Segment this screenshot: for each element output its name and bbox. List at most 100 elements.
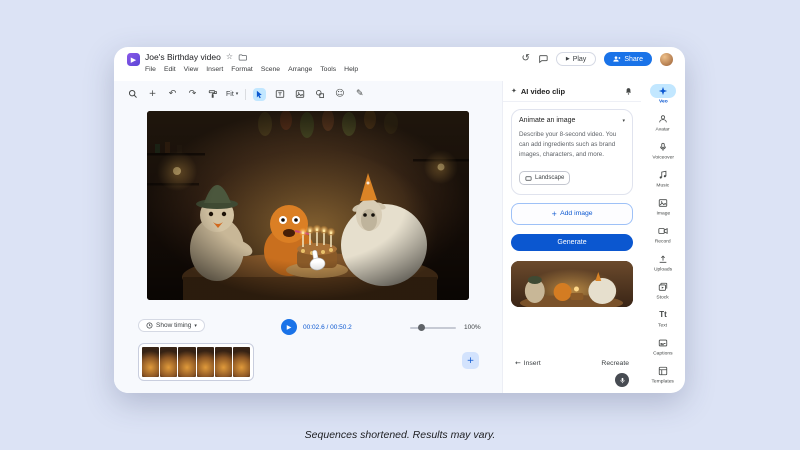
templates-icon: [650, 364, 676, 378]
add-image-button[interactable]: + Add image: [511, 203, 633, 225]
chevron-down-icon: ▾: [194, 323, 197, 329]
panel-title: AI video clip: [521, 87, 565, 96]
paint-format-icon[interactable]: [206, 88, 219, 101]
add-icon[interactable]: +: [146, 88, 159, 101]
menu-format[interactable]: Format: [231, 66, 253, 73]
show-timing-label: Show timing: [156, 322, 191, 329]
uploads-icon: [650, 252, 676, 266]
menu-scene[interactable]: Scene: [261, 66, 280, 73]
textbox-tool-icon[interactable]: [273, 88, 286, 101]
comments-icon[interactable]: [538, 54, 548, 64]
menu-help[interactable]: Help: [344, 66, 358, 73]
veo-sparkle-icon: [650, 84, 676, 98]
mic-button[interactable]: [615, 373, 629, 387]
sidebar-item-uploads[interactable]: Uploads: [641, 252, 685, 273]
sidebar-item-text[interactable]: Tt Text: [641, 308, 685, 329]
stock-media-icon: [650, 280, 676, 294]
page: ▶ Joe's Birthday video ☆ File Edit View …: [0, 0, 800, 450]
account-avatar[interactable]: [660, 53, 673, 66]
timeline-frame[interactable]: [233, 347, 250, 377]
shapes-tool-icon[interactable]: [313, 88, 326, 101]
record-icon: [650, 224, 676, 238]
clock-icon: [146, 322, 153, 329]
fit-zoom-dropdown[interactable]: Fit ▾: [226, 91, 238, 98]
generate-button[interactable]: Generate: [511, 234, 633, 251]
menu-edit[interactable]: Edit: [164, 66, 176, 73]
playback-bar: Show timing ▾ ▶ 00:02.6 / 00:50.2 100%: [138, 318, 488, 338]
time-display: 00:02.6 / 00:50.2: [303, 324, 352, 331]
sidebar-item-veo[interactable]: Veo: [641, 84, 685, 105]
menu-view[interactable]: View: [184, 66, 199, 73]
zoom-search-icon[interactable]: [126, 88, 139, 101]
fit-label: Fit: [226, 91, 234, 98]
voiceover-icon: [650, 140, 676, 154]
generate-label: Generate: [557, 239, 586, 246]
disclaimer-caption: Sequences shortened. Results may vary.: [0, 429, 800, 441]
sidebar-item-templates[interactable]: Templates: [641, 364, 685, 385]
menu-insert[interactable]: Insert: [206, 66, 223, 73]
select-tool-icon[interactable]: [253, 88, 266, 101]
plus-icon: +: [551, 210, 557, 218]
avatar-icon: [650, 112, 676, 126]
sidebar-item-record[interactable]: Record: [641, 224, 685, 245]
redo-icon[interactable]: ↷: [186, 88, 199, 101]
sidebar-item-avatar[interactable]: Avatar: [641, 112, 685, 133]
landscape-icon: [525, 175, 532, 182]
titlebar: ▶ Joe's Birthday video ☆ File Edit View …: [114, 47, 685, 81]
star-icon[interactable]: ☆: [226, 53, 233, 61]
timeline-frame[interactable]: [197, 347, 214, 377]
show-timing-dropdown[interactable]: Show timing ▾: [138, 319, 205, 332]
play-button[interactable]: ▶ Play: [556, 52, 596, 66]
share-button[interactable]: Share: [604, 52, 652, 66]
mic-icon: [619, 377, 626, 384]
chevron-down-icon: ▾: [622, 118, 625, 124]
version-history-icon[interactable]: ↺: [521, 54, 529, 64]
vids-logo-icon[interactable]: ▶: [127, 53, 140, 66]
menu-file[interactable]: File: [145, 66, 156, 73]
image-icon: [650, 196, 676, 210]
aspect-ratio-label: Landscape: [535, 175, 564, 181]
menu-tools[interactable]: Tools: [320, 66, 336, 73]
image-tool-icon[interactable]: [293, 88, 306, 101]
prompt-card: Animate an image ▾ Describe your 8-secon…: [511, 109, 633, 195]
sidebar-rail: Veo Avatar Voiceover Music: [641, 81, 685, 387]
undo-icon[interactable]: ↶: [166, 88, 179, 101]
document-title[interactable]: Joe's Birthday video: [145, 52, 221, 62]
timeline-frame[interactable]: [178, 347, 195, 377]
video-canvas[interactable]: [147, 111, 469, 300]
zoom-level: 100%: [464, 324, 481, 331]
timeline-clip[interactable]: [138, 343, 254, 381]
add-scene-button[interactable]: +: [462, 352, 479, 369]
timeline-play-button[interactable]: ▶: [281, 319, 297, 335]
menu-arrange[interactable]: Arrange: [288, 66, 312, 73]
mode-selected-label: Animate an image: [519, 117, 575, 124]
bell-icon[interactable]: [624, 87, 633, 96]
sidebar-item-image[interactable]: Image: [641, 196, 685, 217]
insert-button[interactable]: ← Insert: [515, 359, 541, 367]
sidebar-item-captions[interactable]: Captions: [641, 336, 685, 357]
sidebar-item-music[interactable]: Music: [641, 168, 685, 189]
app-window: ▶ Joe's Birthday video ☆ File Edit View …: [114, 47, 685, 393]
document-title-row: Joe's Birthday video ☆: [145, 52, 247, 62]
video-scene: [147, 111, 469, 300]
insert-label: Insert: [524, 360, 541, 367]
aspect-ratio-chip[interactable]: Landscape: [519, 171, 570, 185]
share-button-label: Share: [624, 56, 643, 63]
result-thumbnail[interactable]: [511, 261, 633, 307]
play-button-label: Play: [573, 56, 587, 63]
text-icon: Tt: [650, 308, 676, 322]
timeline-frame[interactable]: [142, 347, 159, 377]
zoom-slider[interactable]: [410, 327, 456, 329]
timeline-frame[interactable]: [215, 347, 232, 377]
timeline-frame[interactable]: [160, 347, 177, 377]
zoom-slider-handle[interactable]: [418, 324, 425, 331]
pen-tool-icon[interactable]: ✎: [353, 88, 366, 101]
sidebar-item-stock[interactable]: Stock: [641, 280, 685, 301]
mode-dropdown[interactable]: Animate an image ▾: [519, 117, 625, 124]
sticker-tool-icon[interactable]: ☺: [333, 88, 346, 101]
panel-header: ✦ AI video clip: [503, 81, 641, 102]
panel-actions: ← Insert Recreate: [503, 359, 641, 367]
move-folder-icon[interactable]: [238, 53, 247, 62]
recreate-button[interactable]: Recreate: [601, 360, 629, 367]
sidebar-item-voiceover[interactable]: Voiceover: [641, 140, 685, 161]
